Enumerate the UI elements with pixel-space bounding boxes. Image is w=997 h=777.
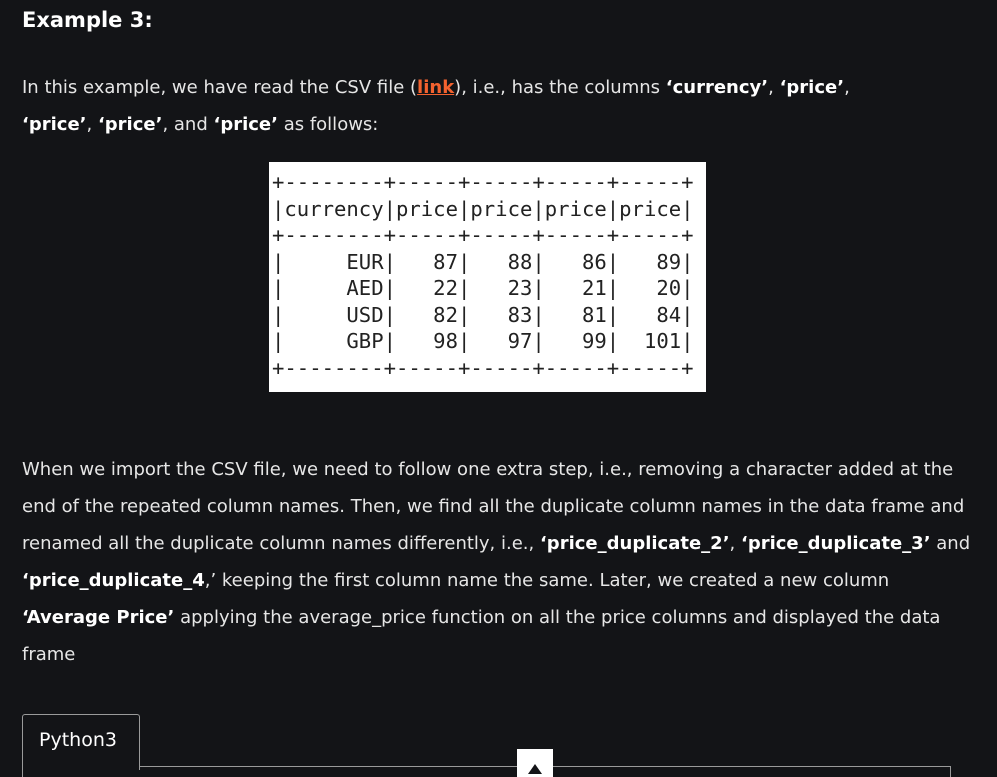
intro-text: In this example, we have read the CSV fi… (22, 77, 418, 98)
example-heading: Example 3: (22, 8, 153, 32)
intro-text: ), i.e., has the columns (454, 77, 666, 98)
intro-text: , and (162, 114, 214, 135)
explanation-text: ,’ keeping the first column name the sam… (204, 570, 890, 591)
triangle-up-icon (528, 764, 542, 774)
column-name-price: ‘price’ (97, 114, 163, 135)
column-name-duplicate-2: ‘price_duplicate_2’ (539, 533, 730, 554)
code-block-right-border (950, 766, 951, 777)
code-language-tab[interactable]: Python3 (22, 714, 140, 770)
column-name-average-price: ‘Average Price’ (22, 607, 175, 628)
intro-text: , (844, 77, 850, 98)
column-name-price: ‘price’ (779, 77, 845, 98)
csv-output-table: +--------+-----+-----+-----+-----+ |curr… (272, 170, 694, 380)
column-name-price: ‘price’ (213, 114, 278, 135)
csv-file-link[interactable]: link (417, 77, 454, 98)
explanation-paragraph: When we import the CSV file, we need to … (22, 451, 972, 673)
explanation-text: , (729, 533, 741, 554)
code-block-left-border (22, 769, 23, 777)
intro-paragraph: In this example, we have read the CSV fi… (22, 69, 972, 143)
intro-text: as follows: (277, 114, 379, 135)
intro-text: , (86, 114, 98, 135)
code-language-label: Python3 (39, 729, 117, 751)
column-name-duplicate-4: ‘price_duplicate_4 (22, 570, 205, 591)
column-name-duplicate-3: ‘price_duplicate_3’ (740, 533, 931, 554)
column-name-currency: ‘currency’ (665, 77, 769, 98)
scroll-to-top-button[interactable] (517, 749, 553, 777)
csv-output-table-image: +--------+-----+-----+-----+-----+ |curr… (269, 162, 706, 392)
explanation-text: and (930, 533, 971, 554)
column-name-price: ‘price’ (22, 114, 87, 135)
intro-text: , (768, 77, 780, 98)
article-page: Example 3: In this example, we have read… (0, 0, 997, 777)
